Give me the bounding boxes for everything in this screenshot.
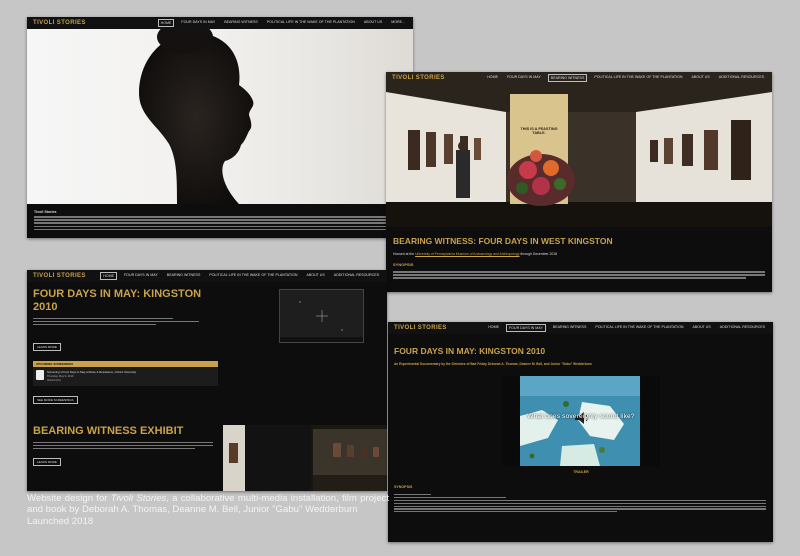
nav-more[interactable]: MORE... [389,19,407,27]
exhibit-heading: BEARING WITNESS: FOUR DAYS IN WEST KINGS… [393,236,613,246]
exhibit-thumbnail [223,425,387,491]
nav-about[interactable]: ABOUT US [690,324,712,332]
see-more-screenings-button[interactable]: SEE MORE SCREENINGS [33,396,78,404]
intro-text: Tivoli Stories [34,210,406,232]
top-nav: TIVOLI STORIES HOME FOUR DAYS IN MAY BEA… [388,322,773,334]
exhibit-scene [223,425,387,491]
museum-link[interactable]: University of Pennsylvania Museum of Arc… [415,252,519,256]
nav-bearing-witness[interactable]: BEARING WITNESS [165,272,203,280]
top-nav: TIVOLI STORIES HOME FOUR DAYS IN MAY BEA… [27,17,413,29]
caption-launched: Launched 2018 [27,515,94,527]
nav-about[interactable]: ABOUT US [362,19,384,27]
nav-political-life[interactable]: POLITICAL LIFE IN THE WAKE OF THE PLANTA… [592,74,684,82]
caption-pre: Website design for [27,493,111,504]
video-caption: What does sovereignty sound like? [527,413,635,420]
trailer-thumbnail[interactable] [279,289,364,343]
top-nav: TIVOLI STORIES HOME FOUR DAYS IN MAY BEA… [27,270,387,282]
brand-logo[interactable]: TIVOLI STORIES [388,325,447,331]
brand-logo[interactable]: TIVOLI STORIES [386,75,445,81]
exhibit-page-screenshot: TIVOLI STORIES HOME FOUR DAYS IN MAY BEA… [386,72,772,292]
film-synopsis-text [394,494,766,514]
nav-bearing-witness[interactable]: BEARING WITNESS [222,19,260,27]
nav-resources[interactable]: ADDITIONAL RESOURCES [718,324,767,332]
film-subtitle: An Experimental Documentary by the Direc… [394,362,592,366]
nav-bearing-witness[interactable]: BEARING WITNESS [551,324,589,332]
event-place: Oxford (UK) [47,379,61,382]
learn-more-button-2[interactable]: LEARN MORE [33,458,61,466]
nav-about[interactable]: ABOUT US [689,74,711,82]
nav-resources[interactable]: ADDITIONAL RESOURCES [717,74,766,82]
landing-title: FOUR DAYS IN MAY: KINGSTON 2010 [33,288,202,313]
synopsis-text [393,271,765,281]
event-date: Thursday, May 9, 2019 [47,375,74,378]
film-synopsis-heading: SYNOPSIS [394,485,413,489]
nav-home[interactable]: HOME [485,74,500,82]
bearing-witness-title: BEARING WITNESS EXHIBIT [33,425,184,437]
nav-bearing-witness[interactable]: BEARING WITNESS [547,74,588,82]
nav-four-days[interactable]: FOUR DAYS IN MAY [505,324,546,332]
landing-page-screenshot: TIVOLI STORIES HOME FOUR DAYS IN MAY BEA… [27,270,387,491]
intro-lead: Tivoli Stories [34,210,57,214]
nav-home[interactable]: HOME [157,19,175,27]
housed-prefix: Housed at the [393,252,415,256]
gallery-photo: THIS IS A FEASTING TABLE. [386,72,772,227]
profile-silhouette [139,21,254,205]
landing-intro-text [33,318,208,327]
nav-home[interactable]: HOME [100,272,117,280]
nav-resources[interactable]: ADDITIONAL RESOURCES [332,272,381,280]
nav-four-days[interactable]: FOUR DAYS IN MAY [179,19,217,27]
nav-political-life[interactable]: POLITICAL LIFE IN THE WAKE OF THE PLANTA… [207,272,299,280]
bearing-witness-text [33,442,213,451]
trailer-label: TRAILER [573,470,589,474]
housed-suffix: through December 2018 [520,252,558,256]
hero-image [27,21,413,205]
calendar-icon [36,370,44,380]
video-frame [280,290,363,342]
film-title: FOUR DAYS IN MAY: KINGSTON 2010 [394,346,546,356]
top-nav: TIVOLI STORIES HOME FOUR DAYS IN MAY BEA… [386,72,772,84]
nav-political-life[interactable]: POLITICAL LIFE IN THE WAKE OF THE PLANTA… [265,19,357,27]
caption-italic: Tivoli Stories [110,493,167,504]
event-title: Screening of Four Days in May at Race & … [47,370,137,374]
brand-logo[interactable]: TIVOLI STORIES [27,20,86,26]
home-page-screenshot: TIVOLI STORIES HOME FOUR DAYS IN MAY BEA… [27,17,413,238]
video-player[interactable]: What does sovereignty sound like? TRAILE… [502,376,660,474]
video-frame-aerial [520,376,640,466]
film-page-screenshot: TIVOLI STORIES HOME FOUR DAYS IN MAY BEA… [388,322,773,542]
gallery-scene [386,72,772,227]
brand-logo[interactable]: TIVOLI STORIES [27,273,86,279]
project-caption: Website design for Tivoli Stories, a col… [27,493,389,527]
upcoming-screenings-box: UPCOMING SCREENINGS Screening of Four Da… [33,361,218,386]
learn-more-button[interactable]: LEARN MORE [33,343,61,351]
nav-four-days[interactable]: FOUR DAYS IN MAY [122,272,160,280]
slide-title: THIS IS A FEASTING TABLE. [520,127,558,135]
upcoming-header: UPCOMING SCREENINGS [33,361,218,367]
nav-four-days[interactable]: FOUR DAYS IN MAY [505,74,543,82]
nav-home[interactable]: HOME [486,324,501,332]
synopsis-heading: SYNOPSIS [393,262,414,267]
nav-about[interactable]: ABOUT US [304,272,326,280]
nav-political-life[interactable]: POLITICAL LIFE IN THE WAKE OF THE PLANTA… [593,324,685,332]
housed-line: Housed at the University of Pennsylvania… [393,252,557,256]
